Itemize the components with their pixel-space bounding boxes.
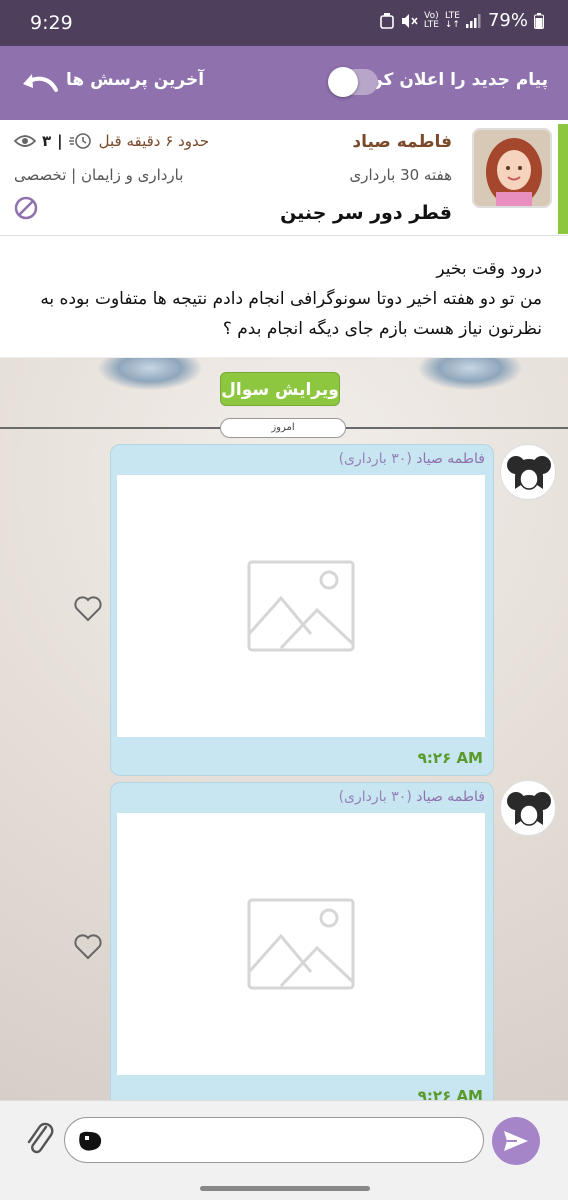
- heart-icon[interactable]: [74, 934, 102, 960]
- question-card: فاطمه صیاد هفته 30 بارداری قطر دور سر جن…: [0, 120, 568, 358]
- clock-icon: [68, 133, 91, 149]
- alarm-icon: [380, 12, 394, 29]
- message-time: ۹:۲۶ AM: [417, 1087, 483, 1100]
- author-name[interactable]: فاطمه صیاد: [352, 132, 452, 152]
- question-body: درود وقت بخیر من تو دو هفته اخیر دوتا سو…: [40, 259, 542, 339]
- author-avatar[interactable]: [472, 128, 552, 208]
- message-bubble[interactable]: فاطمه صیاد (۳۰ بارداری) ۹:۲۶ AM: [110, 444, 494, 776]
- image-placeholder-icon: [247, 898, 355, 990]
- message-input[interactable]: [64, 1117, 484, 1163]
- date-divider: امروز: [220, 418, 346, 438]
- image-placeholder-icon: [247, 560, 355, 652]
- chat-area[interactable]: ویرایش سوال امروز فاطمه صیاد (۳۰ بارداری…: [0, 358, 568, 1100]
- pregnancy-week: هفته 30 بارداری: [349, 166, 452, 184]
- question-header: فاطمه صیاد هفته 30 بارداری قطر دور سر جن…: [0, 120, 568, 236]
- emoji-icon[interactable]: [77, 1130, 103, 1152]
- view-count: ۳: [42, 132, 52, 150]
- message-bubble[interactable]: فاطمه صیاد (۳۰ بارداری) ۹:۲۶ AM: [110, 782, 494, 1100]
- status-bar: 9:29 Vo) LTE LTE ↓↑ 79%: [0, 0, 568, 46]
- heart-icon[interactable]: [74, 596, 102, 622]
- meta-separator: |: [57, 132, 63, 150]
- signal-icon: [465, 13, 481, 28]
- message-image[interactable]: [117, 475, 485, 737]
- message-image[interactable]: [117, 813, 485, 1075]
- status-time: 9:29: [30, 12, 73, 34]
- back-arrow-icon[interactable]: [20, 68, 60, 98]
- message-time: ۹:۲۶ AM: [417, 749, 483, 767]
- battery-percent: 79%: [487, 10, 528, 31]
- send-icon: [504, 1131, 528, 1151]
- edit-question-button[interactable]: ویرایش سوال: [220, 372, 340, 406]
- message-author: فاطمه صیاد (۳۰ بارداری): [339, 451, 485, 467]
- message-author-name: فاطمه صیاد: [416, 451, 485, 467]
- message-author-meta: (۳۰ بارداری): [338, 789, 412, 805]
- question-meta: ۳ | حدود ۶ دقیقه قبل: [14, 132, 209, 150]
- status-icons: Vo) LTE LTE ↓↑ 79%: [380, 10, 544, 31]
- system-nav-bar: [0, 1178, 568, 1200]
- send-button[interactable]: [492, 1117, 540, 1165]
- home-indicator[interactable]: [200, 1186, 370, 1191]
- composer-bar: [0, 1100, 568, 1178]
- lte-indicator: LTE ↓↑: [444, 10, 460, 30]
- battery-icon: [534, 12, 544, 29]
- message-avatar[interactable]: [500, 780, 556, 836]
- message-avatar[interactable]: [500, 444, 556, 500]
- eye-icon: [14, 135, 36, 147]
- recent-questions-link[interactable]: آخرین پرسش ها: [66, 70, 204, 90]
- toggle-knob: [328, 67, 358, 97]
- time-ago: حدود ۶ دقیقه قبل: [98, 132, 210, 150]
- paperclip-icon[interactable]: [24, 1119, 56, 1159]
- volte-indicator: Vo) LTE: [423, 10, 439, 30]
- message-author: فاطمه صیاد (۳۰ بارداری): [339, 789, 485, 805]
- mute-icon: [401, 13, 418, 28]
- notify-toggle[interactable]: [328, 67, 378, 97]
- question-category: بارداری و زایمان | تخصصی: [14, 166, 184, 184]
- notify-label: پیام جدید را اعلان کن: [368, 70, 548, 90]
- message-author-meta: (۳۰ بارداری): [338, 451, 412, 467]
- app-header: پیام جدید را اعلان کن آخرین پرسش ها: [0, 46, 568, 120]
- question-title: قطر دور سر جنین: [280, 202, 452, 224]
- message-author-name: فاطمه صیاد: [416, 789, 485, 805]
- status-accent-bar: [558, 124, 568, 234]
- block-icon[interactable]: [14, 196, 38, 220]
